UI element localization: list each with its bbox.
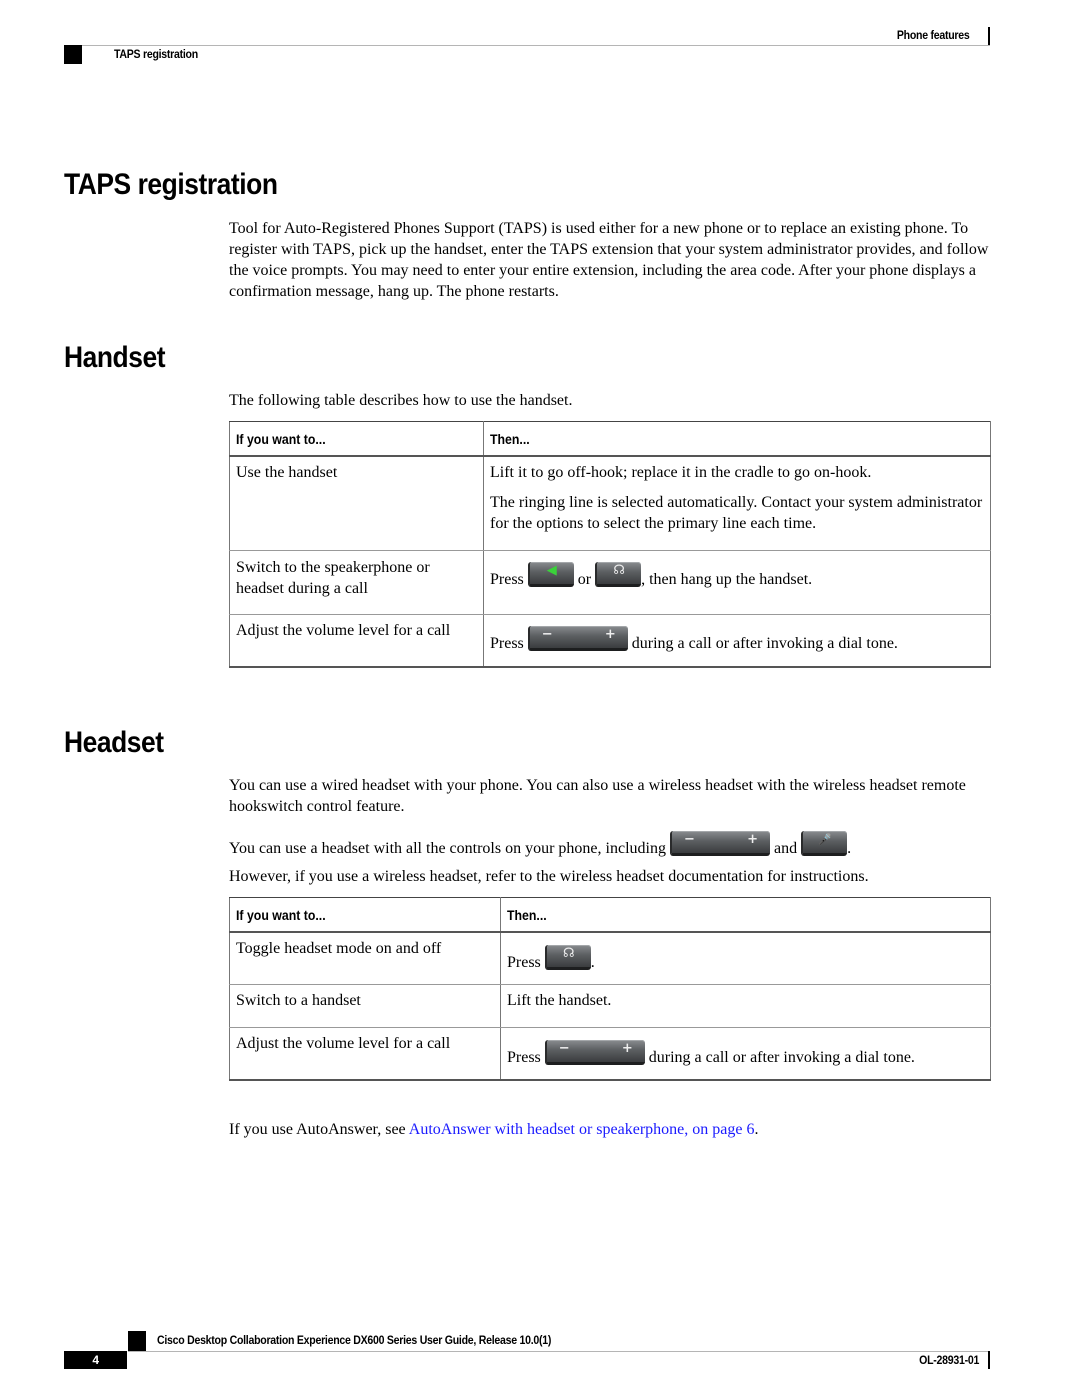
handset-table: If you want to... Then... Use the handse… [229, 421, 991, 668]
handset-heading: Handset [64, 341, 166, 374]
speakerphone-key-icon: ◀ [527, 561, 574, 587]
autoanswer-note: If you use AutoAnswer, see AutoAnswer wi… [229, 1119, 994, 1140]
cell-then: Press − + during a call or after invoking… [483, 614, 991, 668]
header-bar [988, 27, 990, 45]
cell-action: Adjust the volume level for a call [229, 614, 484, 668]
table-row: Adjust the volume level for a call Press… [229, 614, 991, 668]
volume-key-icon: − + [527, 625, 628, 651]
headset-table: If you want to... Then... Toggle headset… [229, 897, 991, 1081]
then-suffix: , then hang up the handset. [641, 570, 813, 588]
cell-action: Switch to the speakerphone or headset du… [229, 550, 484, 615]
headset-para-1: You can use a wired headset with your ph… [229, 777, 966, 815]
cell-action: Use the handset [229, 456, 484, 551]
headset-para-2: You can use a headset with all the contr… [229, 831, 994, 859]
para2-suffix: . [847, 840, 852, 857]
autoanswer-prefix: If you use AutoAnswer, see [229, 1121, 406, 1138]
then-suffix: during a call or after invoking a dial t… [648, 1048, 915, 1066]
then-line: Lift it to go off-hook; replace it in th… [490, 464, 872, 481]
cell-then: Press − + during a call or after invoking… [500, 1027, 991, 1081]
footer-block [128, 1331, 146, 1351]
taps-body: Tool for Auto-Registered Phones Support … [229, 220, 989, 300]
autoanswer-link[interactable]: AutoAnswer with headset or speakerphone,… [409, 1121, 755, 1138]
headset-key-icon: ☊ [544, 945, 591, 970]
volume-key-icon: − + [544, 1039, 645, 1065]
cell-then: Press ☊. [500, 932, 991, 985]
then-mid: or [577, 570, 592, 588]
handset-intro: The following table describes how to use… [229, 392, 573, 409]
cell-then: Lift the handset. [500, 984, 991, 1028]
column-header-action: If you want to... [229, 897, 501, 933]
header-chapter: Phone features [896, 28, 969, 42]
footer-rule [128, 1351, 990, 1352]
para2-mid: and [773, 840, 798, 857]
table-row: Toggle headset mode on and off Press ☊. [229, 932, 991, 985]
mute-key-icon: 🎤 [801, 831, 848, 856]
headset-para-3: However, if you use a wireless headset, … [229, 868, 869, 885]
footer-bar [988, 1351, 990, 1369]
then-suffix: . [590, 954, 595, 971]
column-header-then: Then... [500, 897, 991, 933]
cell-action: Toggle headset mode on and off [229, 932, 501, 985]
headset-key-icon: ☊ [595, 561, 642, 587]
table-header-row: If you want to... Then... [229, 897, 991, 933]
page-number: 4 [64, 1351, 127, 1369]
para2-prefix: You can use a headset with all the contr… [229, 840, 666, 857]
then-prefix: Press [507, 954, 541, 971]
cell-then: Lift it to go off-hook; replace it in th… [483, 456, 991, 551]
table-row: Switch to a handset Lift the handset. [229, 984, 991, 1028]
table-row: Use the handset Lift it to go off-hook; … [229, 456, 991, 551]
then-prefix: Press [490, 634, 524, 652]
volume-key-icon: − + [669, 831, 770, 856]
doc-number: OL-28931-01 [919, 1353, 979, 1367]
cell-then: Press ◀ or ☊, then hang up the handset. [483, 550, 991, 615]
then-prefix: Press [507, 1048, 541, 1066]
table-row: Switch to the speakerphone or headset du… [229, 550, 991, 615]
header-section: TAPS registration [114, 47, 198, 61]
header-rule [64, 45, 990, 46]
taps-heading: TAPS registration [64, 168, 278, 201]
table-row: Adjust the volume level for a call Press… [229, 1027, 991, 1081]
column-header-then: Then... [483, 421, 991, 457]
then-prefix: Press [490, 570, 524, 588]
headset-heading: Headset [64, 726, 164, 759]
header-block [64, 45, 82, 64]
then-suffix: during a call or after invoking a dial t… [631, 634, 898, 652]
then-line: The ringing line is selected automatical… [490, 494, 983, 532]
footer-title: Cisco Desktop Collaboration Experience D… [157, 1333, 552, 1347]
cell-action: Adjust the volume level for a call [229, 1027, 501, 1081]
column-header-action: If you want to... [229, 421, 484, 457]
cell-action: Switch to a handset [229, 984, 501, 1028]
table-header-row: If you want to... Then... [229, 421, 991, 457]
autoanswer-suffix: . [754, 1121, 759, 1138]
